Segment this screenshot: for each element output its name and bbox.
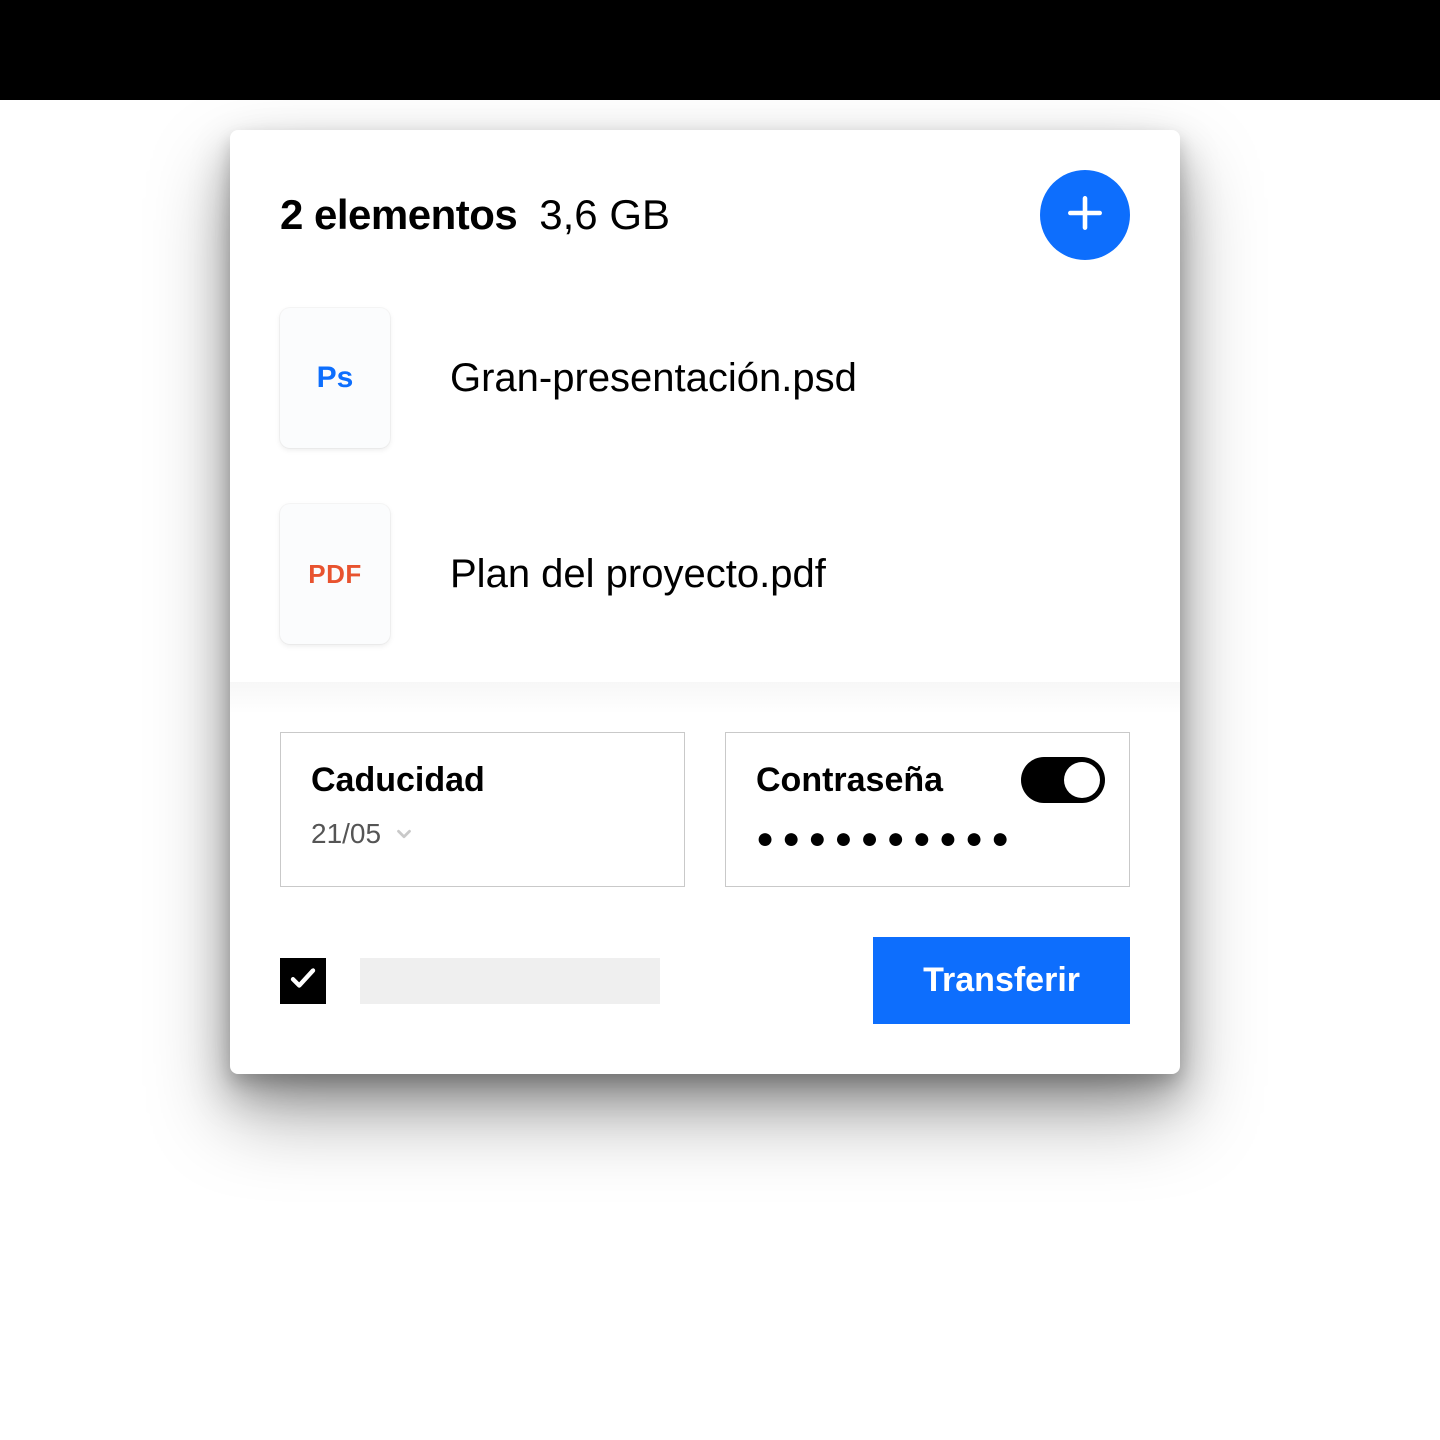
pdf-file-icon: PDF xyxy=(280,504,390,644)
expiry-date-value: 21/05 xyxy=(311,818,381,850)
transfer-card: 2 elementos 3,6 GB Ps Gran-presentación.… xyxy=(230,130,1180,1074)
add-file-button[interactable] xyxy=(1040,170,1130,260)
plus-icon xyxy=(1063,191,1107,240)
window-top-bar xyxy=(0,0,1440,100)
photoshop-file-icon: Ps xyxy=(280,308,390,448)
chevron-down-icon xyxy=(393,823,415,845)
expiry-option[interactable]: Caducidad 21/05 xyxy=(280,732,685,887)
toggle-knob xyxy=(1064,762,1100,798)
section-divider xyxy=(230,682,1180,722)
file-type-label: PDF xyxy=(308,559,362,590)
header-row: 2 elementos 3,6 GB xyxy=(230,130,1180,280)
password-toggle[interactable] xyxy=(1021,757,1105,803)
file-row[interactable]: Ps Gran-presentación.psd xyxy=(230,280,1180,476)
item-count: 2 elementos xyxy=(280,191,517,239)
file-name: Plan del proyecto.pdf xyxy=(450,552,826,597)
expiry-date-select[interactable]: 21/05 xyxy=(311,818,654,850)
total-size: 3,6 GB xyxy=(539,191,670,239)
options-row: Caducidad 21/05 Contraseña ●●●●●●●●●● xyxy=(230,722,1180,927)
expiry-title: Caducidad xyxy=(311,761,654,800)
check-icon xyxy=(288,963,318,998)
bottom-row: Transferir xyxy=(230,927,1180,1024)
password-masked-value: ●●●●●●●●●● xyxy=(756,822,1099,856)
confirm-checkbox[interactable] xyxy=(280,958,326,1004)
file-type-label: Ps xyxy=(317,361,354,395)
transfer-button[interactable]: Transferir xyxy=(873,937,1130,1024)
password-option[interactable]: Contraseña ●●●●●●●●●● xyxy=(725,732,1130,887)
file-row[interactable]: PDF Plan del proyecto.pdf xyxy=(230,476,1180,672)
file-name: Gran-presentación.psd xyxy=(450,356,857,401)
redacted-label xyxy=(360,958,660,1004)
